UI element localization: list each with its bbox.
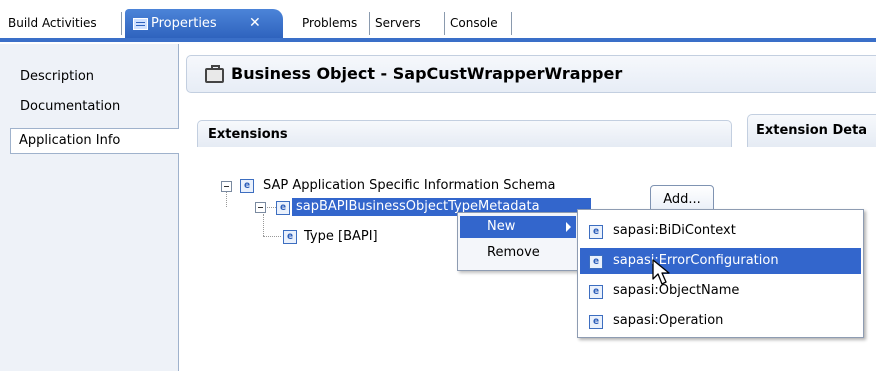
menu-item-label: sapasi:BiDiContext — [613, 223, 736, 238]
tree-connector — [226, 192, 227, 207]
nav-item-label: Application Info — [19, 133, 121, 148]
page-header: Business Object - SapCustWrapperWrapper — [186, 55, 876, 93]
tree-connector — [263, 214, 264, 236]
menu-item-new[interactable]: New — [460, 216, 576, 238]
briefcase-icon — [205, 65, 224, 83]
menu-item-objectname[interactable]: e sapasi:ObjectName — [580, 278, 861, 304]
tab-servers[interactable]: Servers — [375, 10, 421, 37]
menu-item-label: sapasi:Operation — [613, 313, 724, 328]
menu-item-operation[interactable]: e sapasi:Operation — [580, 308, 861, 334]
properties-icon — [133, 18, 148, 30]
new-submenu: e sapasi:BiDiContext e sapasi:ErrorConfi… — [577, 209, 864, 338]
tree-node-label[interactable]: Type [BAPI] — [304, 228, 378, 246]
tab-label: Properties — [151, 16, 217, 31]
element-icon: e — [589, 285, 603, 299]
nav-item-label: Description — [20, 69, 95, 84]
menu-item-label: sapasi:ErrorConfiguration — [613, 253, 779, 268]
section-title: Extensions — [208, 127, 288, 142]
element-icon: e — [589, 255, 603, 269]
menu-item-label: New — [487, 219, 516, 234]
element-icon: e — [283, 230, 297, 244]
tab-properties[interactable]: Properties ✕ — [125, 9, 283, 38]
mouse-cursor-icon — [652, 259, 670, 285]
tab-underline — [0, 38, 876, 42]
nav-item-label: Documentation — [20, 99, 121, 114]
properties-nav-panel: Description Documentation Application In… — [0, 44, 187, 371]
page-title: Business Object - SapCustWrapperWrapper — [231, 64, 623, 83]
nav-item-documentation[interactable]: Documentation — [12, 95, 170, 119]
tab-label: Build Activities — [8, 16, 97, 30]
tab-divider — [444, 12, 445, 35]
tab-label: Console — [450, 16, 498, 30]
menu-item-errorconfiguration[interactable]: e sapasi:ErrorConfiguration — [580, 248, 861, 274]
element-icon: e — [589, 225, 603, 239]
element-icon: e — [276, 201, 290, 215]
tab-divider — [511, 12, 512, 35]
collapse-icon[interactable] — [255, 202, 266, 213]
nav-item-application-info[interactable]: Application Info — [10, 128, 187, 154]
close-icon[interactable]: ✕ — [249, 9, 261, 38]
menu-item-label: sapasi:ObjectName — [613, 283, 740, 298]
extensions-section-header: Extensions — [197, 120, 732, 147]
extension-details-section-header: Extension Deta — [747, 114, 876, 147]
tab-divider — [369, 12, 370, 35]
tab-problems[interactable]: Problems — [302, 10, 357, 37]
element-icon: e — [240, 179, 254, 193]
tab-console[interactable]: Console — [450, 10, 498, 37]
tab-label: Problems — [302, 16, 358, 30]
section-title: Extension Deta — [756, 123, 868, 138]
menu-item-remove[interactable]: Remove — [487, 242, 540, 264]
submenu-arrow-icon — [566, 222, 571, 232]
tab-divider — [121, 12, 122, 35]
element-icon: e — [589, 315, 603, 329]
collapse-icon[interactable] — [221, 181, 232, 192]
tree-connector — [263, 236, 281, 237]
context-menu: New Remove — [457, 212, 580, 271]
tab-label: Servers — [375, 16, 421, 30]
tree-node-label[interactable]: SAP Application Specific Information Sch… — [263, 177, 556, 195]
tab-build-activities[interactable]: Build Activities — [8, 10, 97, 37]
nav-item-description[interactable]: Description — [12, 65, 170, 89]
menu-item-bidicontext[interactable]: e sapasi:BiDiContext — [580, 218, 861, 244]
